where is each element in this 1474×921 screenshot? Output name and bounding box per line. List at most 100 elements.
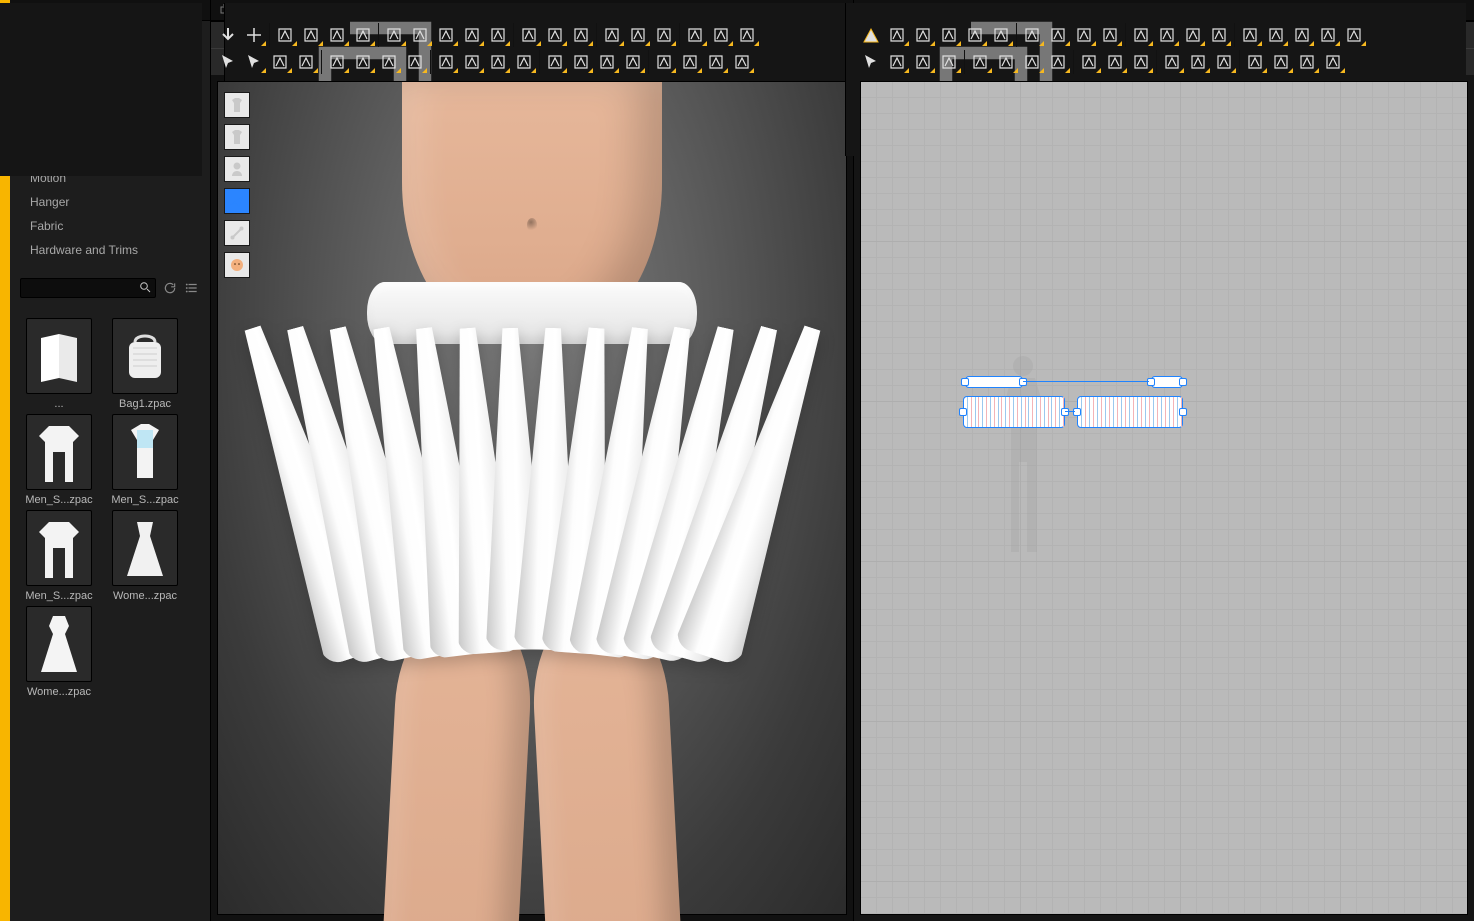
toolbar-button[interactable] <box>910 23 936 47</box>
toolbar-button[interactable] <box>485 23 511 47</box>
category-hardware-and-trims[interactable]: Hardware and Trims <box>16 238 204 262</box>
toolbar-button[interactable] <box>884 23 910 47</box>
toolbar-button[interactable] <box>267 50 293 74</box>
pattern-piece-skirt-right[interactable] <box>1077 396 1183 428</box>
toolbar-button[interactable] <box>350 50 376 74</box>
toolbar-button[interactable] <box>729 50 755 74</box>
viewport-3d[interactable] <box>217 81 847 915</box>
toolbar-button[interactable] <box>511 50 537 74</box>
toolbar-button[interactable] <box>1239 50 1268 74</box>
toolbar-button[interactable] <box>350 23 376 47</box>
toolbar-button[interactable] <box>539 50 568 74</box>
toolbar-button[interactable] <box>708 23 734 47</box>
library-item[interactable]: Wome...zpac <box>20 606 98 698</box>
toolbar-button[interactable] <box>1180 23 1206 47</box>
toolbar-button[interactable] <box>1102 50 1128 74</box>
toolbar-button[interactable] <box>1315 23 1341 47</box>
toolbar-button[interactable] <box>1045 23 1071 47</box>
toolbar-button[interactable] <box>594 50 620 74</box>
library-item[interactable]: Bag1.zpac <box>106 318 184 410</box>
toolbar-button[interactable] <box>962 23 988 47</box>
toolbar-button[interactable] <box>884 50 910 74</box>
library-item[interactable]: Men_S...zpac <box>20 414 98 506</box>
toolbar-button[interactable] <box>542 23 568 47</box>
toolbar-button[interactable] <box>568 50 594 74</box>
toolbar-button[interactable] <box>620 50 646 74</box>
toolbar-button[interactable] <box>1263 23 1289 47</box>
toolbar-button[interactable] <box>964 50 993 74</box>
toolbar-button[interactable] <box>1016 23 1045 47</box>
toolbar-button[interactable] <box>1294 50 1320 74</box>
toolbar-button[interactable] <box>430 50 459 74</box>
library-search-input[interactable] <box>20 278 156 298</box>
toolbar-button[interactable] <box>679 23 708 47</box>
toolbar-button[interactable] <box>1125 23 1154 47</box>
pattern-piece-waistband-right[interactable] <box>1151 376 1183 388</box>
toolbar-button[interactable] <box>1320 50 1346 74</box>
toolbar-button[interactable] <box>1234 23 1263 47</box>
toolbar-button[interactable] <box>651 23 677 47</box>
garment-skirt[interactable] <box>222 328 842 698</box>
toolbar-button[interactable] <box>433 23 459 47</box>
toolbar-button[interactable] <box>407 23 433 47</box>
toolbar-button[interactable] <box>936 23 962 47</box>
toolbar-button[interactable] <box>1154 23 1180 47</box>
toolbar-button[interactable] <box>910 50 936 74</box>
toolbar-button[interactable] <box>1341 23 1367 47</box>
toolbar-button[interactable] <box>677 50 703 74</box>
refresh-icon[interactable] <box>162 280 178 296</box>
toolbar-button[interactable] <box>1268 50 1294 74</box>
toolbar-button[interactable] <box>858 23 884 47</box>
toolbar-button[interactable] <box>459 23 485 47</box>
library-item-label: Men_S...zpac <box>111 494 178 506</box>
pattern-canvas[interactable] <box>860 81 1468 915</box>
toolbar-button[interactable] <box>215 50 241 74</box>
toolbar-button[interactable] <box>241 23 267 47</box>
toolbar-button[interactable] <box>1097 23 1123 47</box>
toolbar-button[interactable] <box>936 50 962 74</box>
toolbar-button[interactable] <box>988 23 1014 47</box>
toolbar-button[interactable] <box>1185 50 1211 74</box>
list-view-icon[interactable] <box>184 280 200 296</box>
toolbar-button[interactable] <box>1045 50 1071 74</box>
toolbar-button[interactable] <box>1206 23 1232 47</box>
toolbar-button[interactable] <box>402 50 428 74</box>
toolbar-button[interactable] <box>1289 23 1315 47</box>
toolbar-button[interactable] <box>648 50 677 74</box>
toolbar-button[interactable] <box>241 50 267 74</box>
toolbar-button[interactable] <box>1128 50 1154 74</box>
toolbar-button[interactable] <box>1073 50 1102 74</box>
toolbar-button[interactable] <box>734 23 760 47</box>
toolbar-button[interactable] <box>293 50 319 74</box>
toolbar-button[interactable] <box>1019 50 1045 74</box>
toolbar-button[interactable] <box>1156 50 1185 74</box>
pattern-piece-waistband-left[interactable] <box>965 376 1023 388</box>
toolbar-button[interactable] <box>596 23 625 47</box>
toolbar-button[interactable] <box>1211 50 1237 74</box>
toolbar-button[interactable] <box>378 23 407 47</box>
toolbar-button[interactable] <box>1071 23 1097 47</box>
toolbar-button[interactable] <box>568 23 594 47</box>
toolbar-button[interactable] <box>485 50 511 74</box>
panel-menu-icon[interactable]: • <box>0 3 202 15</box>
toolbar-button[interactable] <box>625 23 651 47</box>
category-fabric[interactable]: Fabric <box>16 214 204 238</box>
toolbar-button[interactable] <box>993 50 1019 74</box>
toolbar-button[interactable] <box>324 23 350 47</box>
library-item[interactable]: ... <box>20 318 98 410</box>
library-item[interactable]: Men_S...zpac <box>20 510 98 602</box>
toolbar-button[interactable] <box>215 23 241 47</box>
toolbar-button[interactable] <box>858 50 884 74</box>
panel-popout-icon[interactable] <box>0 23 202 176</box>
toolbar-button[interactable] <box>376 50 402 74</box>
toolbar-button[interactable] <box>513 23 542 47</box>
library-item[interactable]: Men_S...zpac <box>106 414 184 506</box>
toolbar-button[interactable] <box>703 50 729 74</box>
toolbar-button[interactable] <box>321 50 350 74</box>
toolbar-button[interactable] <box>298 23 324 47</box>
toolbar-button[interactable] <box>459 50 485 74</box>
library-item[interactable]: Wome...zpac <box>106 510 184 602</box>
pattern-piece-skirt-left[interactable] <box>963 396 1065 428</box>
category-hanger[interactable]: Hanger <box>16 190 204 214</box>
toolbar-button[interactable] <box>269 23 298 47</box>
